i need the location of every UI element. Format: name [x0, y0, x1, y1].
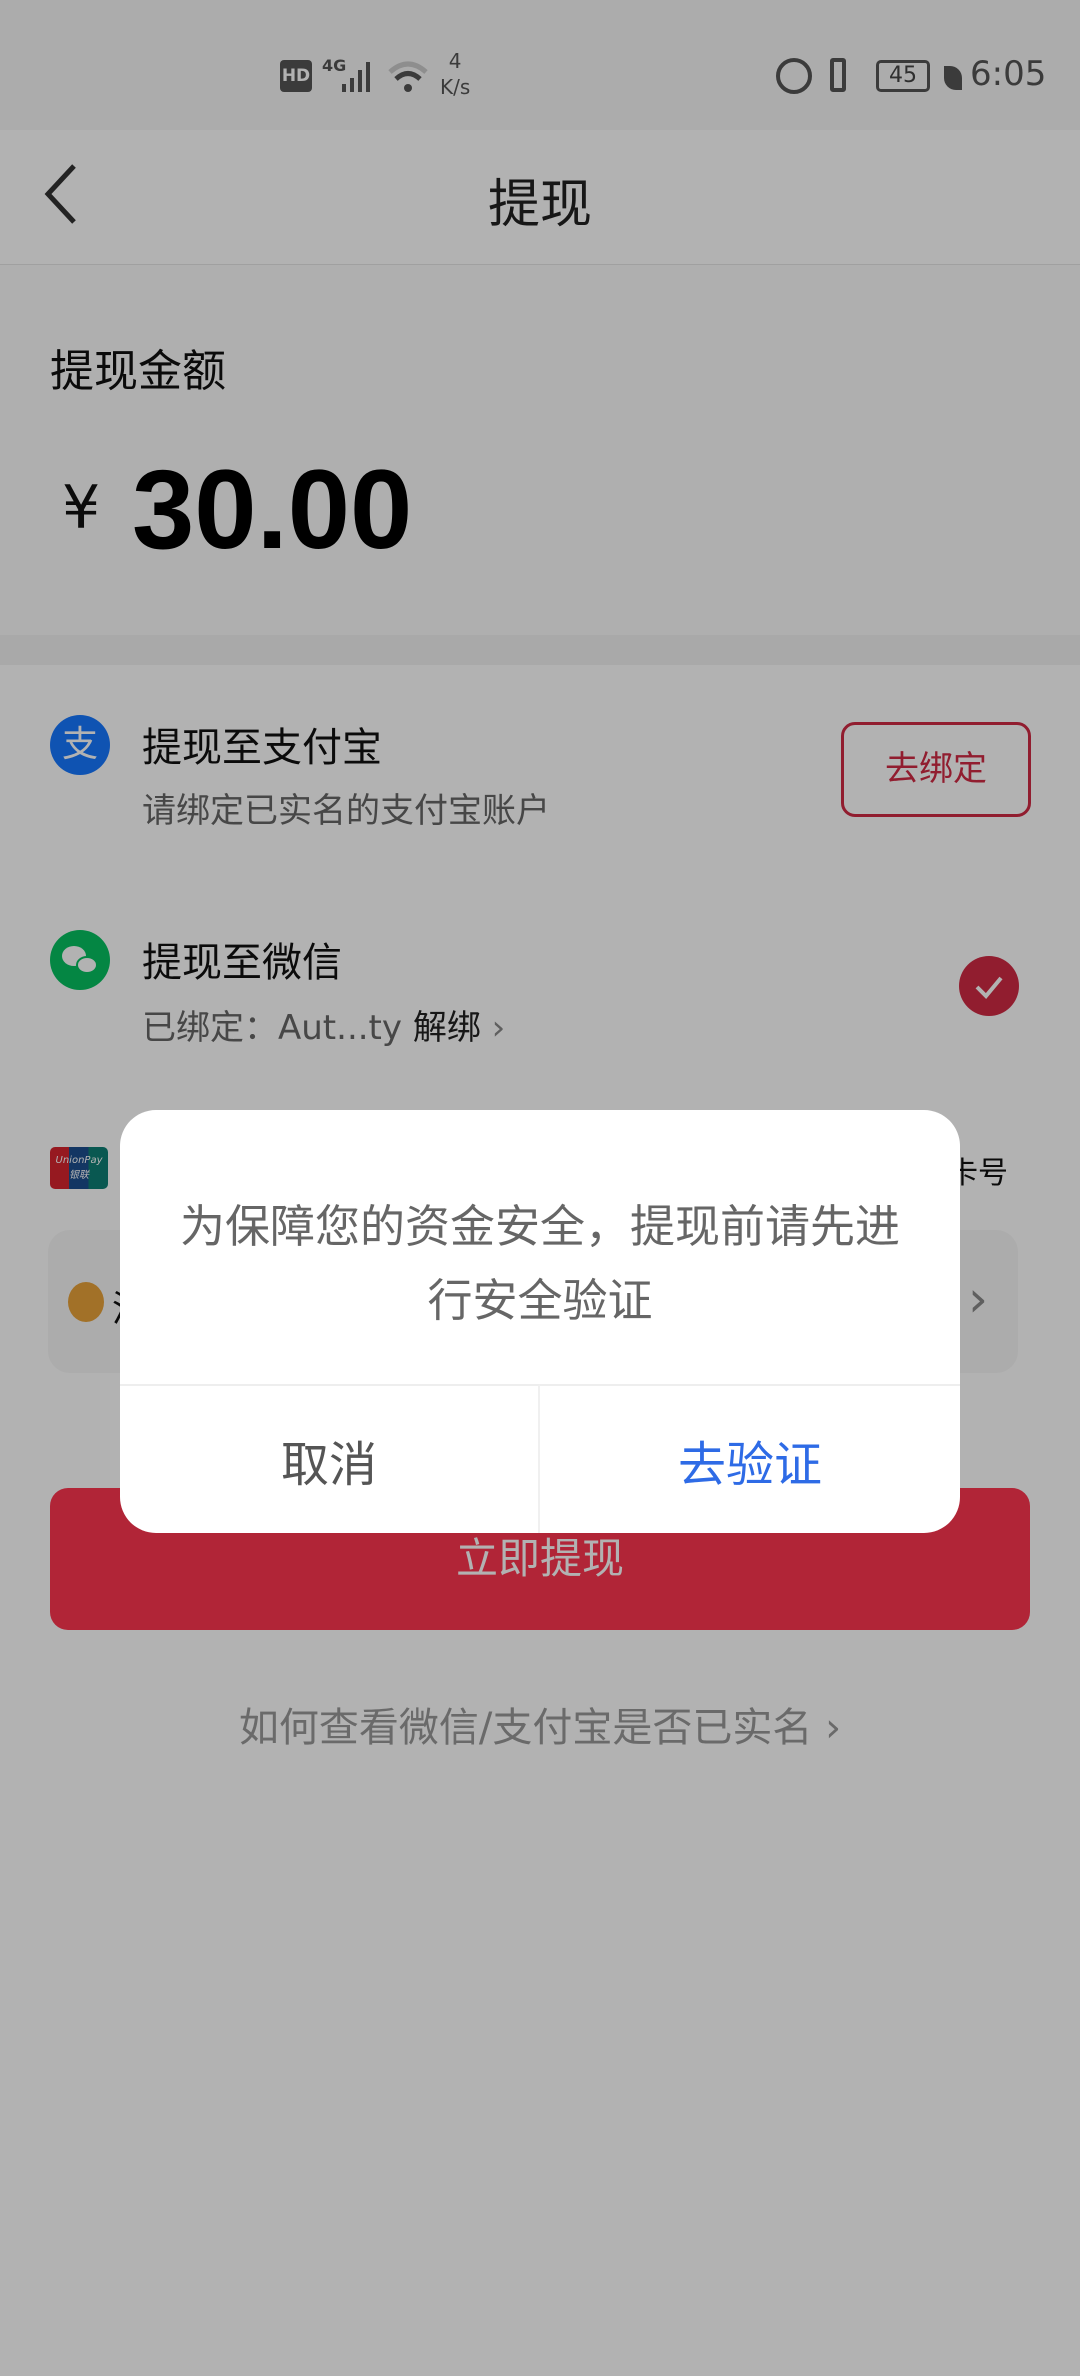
dialog-message: 为保障您的资金安全，提现前请先进行安全验证 [180, 1200, 901, 1327]
cancel-button[interactable]: 取消 [120, 1384, 540, 1533]
verify-button[interactable]: 去验证 [540, 1384, 960, 1533]
security-verify-dialog: 为保障您的资金安全，提现前请先进行安全验证 取消 去验证 [120, 1110, 960, 1533]
